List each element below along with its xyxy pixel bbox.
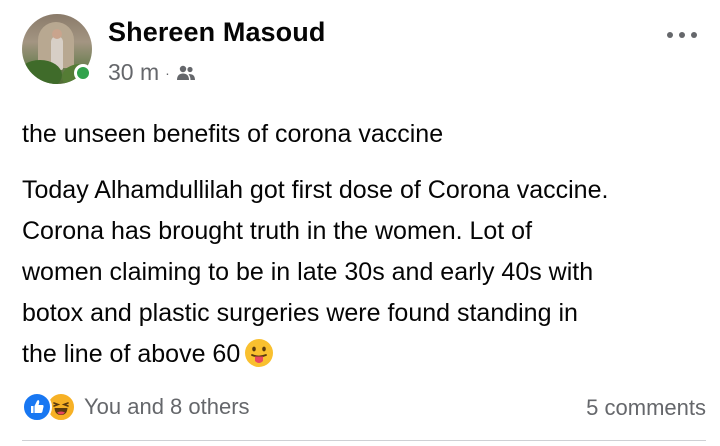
post-body-line: botox and plastic surgeries were found s… bbox=[22, 299, 578, 327]
post-body-line: women claiming to be in late 30s and ear… bbox=[22, 258, 594, 286]
post-body-line: the line of above 60 bbox=[22, 340, 241, 368]
post-body-line: Today Alhamdullilah got first dose of Co… bbox=[22, 176, 609, 204]
post-body: Today Alhamdullilah got first dose of Co… bbox=[22, 170, 712, 375]
reactions-count[interactable]: You and 8 others bbox=[84, 394, 250, 420]
more-dot-icon bbox=[679, 32, 685, 38]
tongue-out-emoji-icon bbox=[245, 339, 274, 367]
more-dot-icon bbox=[667, 32, 673, 38]
post-body-last-line: the line of above 60 bbox=[22, 334, 712, 375]
friends-icon[interactable] bbox=[176, 65, 196, 81]
like-reaction-icon bbox=[22, 392, 52, 422]
post-time[interactable]: 30 m bbox=[108, 59, 159, 86]
comments-count-link[interactable]: 5 comments bbox=[586, 395, 706, 421]
meta-separator: · bbox=[165, 64, 170, 81]
author-name[interactable]: Shereen Masoud bbox=[108, 17, 325, 48]
avatar[interactable] bbox=[22, 14, 92, 84]
more-options-button[interactable] bbox=[667, 28, 697, 42]
post-title: the unseen benefits of corona vaccine bbox=[22, 120, 444, 148]
post-body-line: Corona has brought truth in the women. L… bbox=[22, 217, 533, 245]
post-header: Shereen Masoud 30 m · bbox=[22, 14, 702, 90]
post-meta: 30 m · bbox=[108, 59, 196, 86]
reactions-summary[interactable]: You and 8 others bbox=[22, 392, 250, 422]
more-dot-icon bbox=[691, 32, 697, 38]
footer-divider bbox=[22, 440, 706, 441]
online-status-icon bbox=[74, 64, 92, 82]
